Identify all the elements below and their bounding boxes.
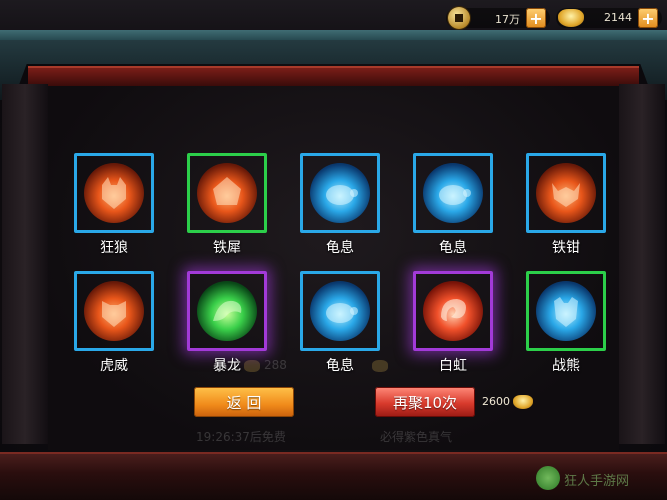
result-slot-6[interactable]: 虎威: [74, 271, 154, 383]
ingot-counter: 2144 +: [556, 6, 662, 30]
slot-label: 铁钳: [552, 240, 580, 256]
right-pillar: [619, 84, 665, 444]
slot-label: 龟息: [326, 240, 354, 256]
watermark-logo: [536, 466, 560, 490]
left-pillar: [2, 84, 48, 444]
coin-value: 17万: [495, 13, 520, 26]
result-slot-8[interactable]: 龟息: [300, 271, 380, 383]
dragon-icon: [197, 281, 257, 341]
gold-ingot-icon: [558, 9, 584, 27]
turtle-icon: [423, 163, 483, 223]
ingot-value: 2144: [604, 11, 632, 24]
slot-label: 暴龙: [213, 358, 241, 374]
swirl-icon: [423, 281, 483, 341]
slot-label: 战熊: [552, 358, 580, 374]
ghost-hint: 必得紫色真气: [380, 430, 453, 444]
ghost-timer: 19:26:37后免费: [196, 430, 286, 444]
slot-label: 铁犀: [213, 240, 241, 256]
turtle-icon: [310, 281, 370, 341]
slot-label: 虎威: [100, 358, 128, 374]
result-slot-1[interactable]: 狂狼: [74, 153, 154, 265]
crab-icon: [536, 163, 596, 223]
watermark-text: 狂人手游网: [564, 474, 630, 489]
gold-ingot-icon: [513, 395, 533, 409]
add-ingots-button[interactable]: +: [638, 8, 658, 28]
slot-label: 龟息: [326, 358, 354, 374]
draw-ten-button[interactable]: 再聚10次: [375, 387, 475, 417]
draw-cost: 2600: [482, 395, 510, 408]
coin-counter: 17万 +: [446, 6, 550, 30]
tiger-icon: [84, 281, 144, 341]
copper-coin-icon: [448, 7, 470, 29]
result-slot-3[interactable]: 龟息: [300, 153, 380, 265]
result-slot-7[interactable]: 暴龙: [187, 271, 267, 383]
result-panel: [48, 86, 619, 450]
result-slot-10[interactable]: 战熊: [526, 271, 606, 383]
result-slot-5[interactable]: 铁钳: [526, 153, 606, 265]
frame-red-trim: [28, 66, 639, 86]
result-slot-2[interactable]: 铁犀: [187, 153, 267, 265]
game-screen: 17万 + 2144 + 288 19:26:37后免费 必得紫色真气 狂狼 铁…: [0, 0, 667, 500]
slot-label: 白虹: [439, 358, 467, 374]
add-coins-button[interactable]: +: [526, 8, 546, 28]
bear-icon: [536, 281, 596, 341]
rhino-icon: [197, 163, 257, 223]
slot-label: 龟息: [439, 240, 467, 256]
back-button[interactable]: 返 回: [194, 387, 294, 417]
wolf-icon: [84, 163, 144, 223]
result-slot-4[interactable]: 龟息: [413, 153, 493, 265]
slot-label: 狂狼: [100, 240, 128, 256]
result-slot-9[interactable]: 白虹: [413, 271, 493, 383]
turtle-icon: [310, 163, 370, 223]
